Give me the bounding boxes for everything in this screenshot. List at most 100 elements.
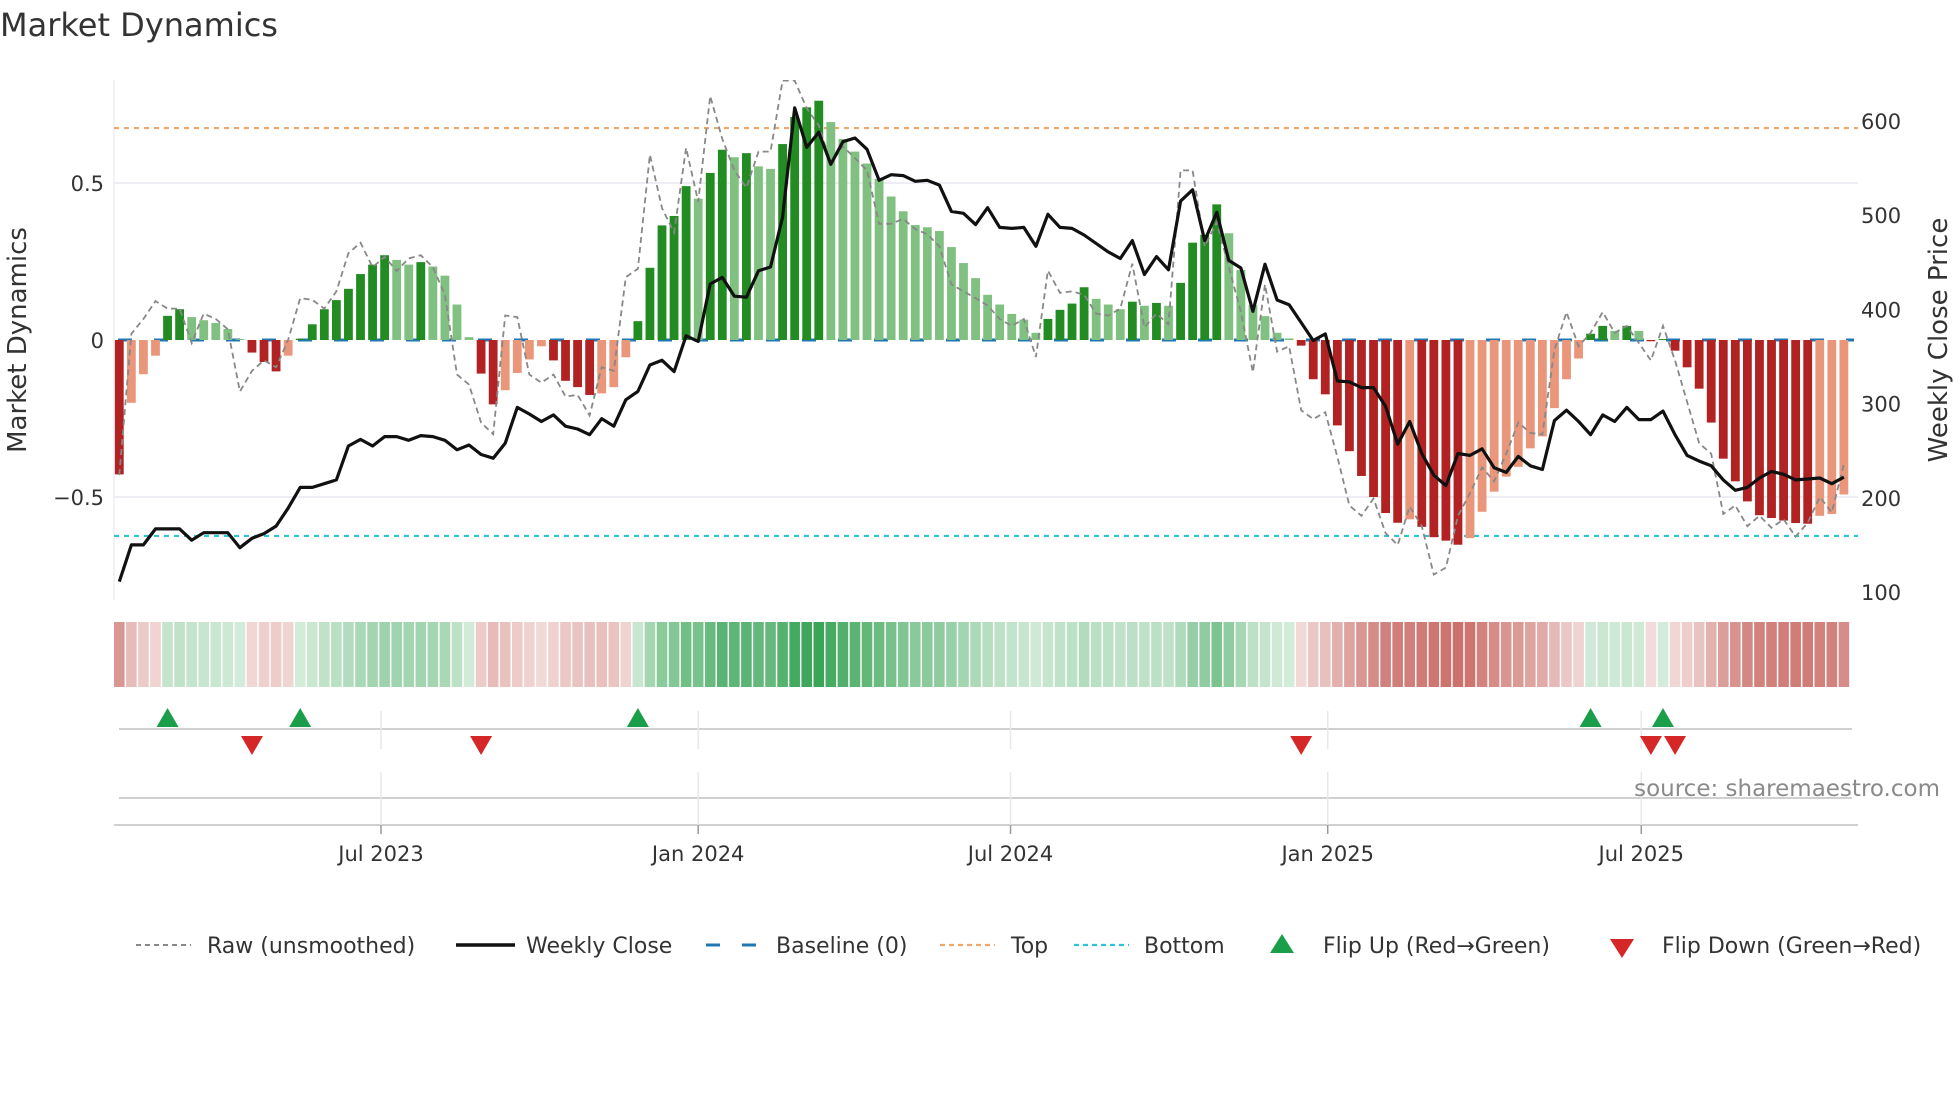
md-bar (440, 275, 450, 340)
flip-up-marker (289, 708, 312, 727)
heat-cell (1380, 622, 1391, 687)
md-bar (585, 340, 595, 395)
heat-cell (982, 622, 993, 687)
market-dynamics-chart: 0.5 0 −0.5 600 500 400 300 200 100 Market Dynamic… (3, 80, 1954, 959)
heat-cell (1054, 622, 1066, 687)
heat-cell (1090, 622, 1102, 687)
md-bar (778, 144, 787, 340)
flip-down-marker (240, 736, 263, 755)
heat-cell (632, 622, 644, 687)
heat-cell (1127, 622, 1138, 687)
heat-cell (1320, 622, 1331, 687)
heat-cell (306, 622, 318, 687)
heat-cell (319, 622, 330, 687)
heat-cell (729, 622, 740, 687)
md-bar (886, 196, 896, 340)
md-bar (1718, 340, 1728, 459)
md-bar (295, 338, 305, 340)
md-bar (247, 340, 257, 353)
md-bar (1827, 340, 1837, 514)
heat-cell (1042, 622, 1054, 687)
md-bar (404, 264, 414, 340)
flip-up-marker (626, 708, 649, 727)
heat-cell (909, 622, 921, 687)
md-bar (959, 263, 968, 340)
flip-up-marker (156, 708, 179, 727)
heat-cell (717, 622, 728, 687)
heat-cell (294, 622, 306, 687)
heat-cell (1525, 622, 1536, 687)
heat-cell (138, 622, 149, 687)
heat-cell (753, 622, 764, 687)
legend-label: Weekly Close (526, 934, 672, 959)
legend-label: Flip Down (Green→Red) (1662, 934, 1921, 959)
md-bar (1043, 318, 1053, 340)
heat-cell (1175, 622, 1186, 687)
heat-cell (1452, 622, 1464, 687)
heat-cell (813, 622, 825, 687)
heat-cell (560, 622, 571, 687)
heat-cell (608, 622, 620, 687)
flip-up-marker (1651, 708, 1674, 727)
heat-cell (114, 622, 125, 687)
heat-cell (885, 622, 897, 687)
heat-cell (150, 622, 161, 687)
md-bar (1284, 338, 1294, 340)
md-bar (163, 315, 172, 340)
flip-down-marker (1290, 736, 1313, 755)
legend-flip-down-icon (1610, 939, 1634, 958)
md-bar (633, 321, 643, 340)
md-bar (319, 309, 329, 340)
y2-tick-label: 600 (1861, 110, 1901, 134)
heat-cell (126, 622, 137, 687)
md-bar (1115, 309, 1125, 340)
heat-cell (1307, 622, 1319, 687)
md-bar (1501, 340, 1511, 477)
y2-axis-label: Weekly Close Price (1924, 218, 1954, 463)
plot-area (114, 80, 1858, 583)
heat-cell (246, 622, 258, 687)
md-bar (1839, 340, 1849, 495)
heat-cell (1633, 622, 1645, 687)
md-bar (874, 178, 884, 340)
legend-label: Top (1010, 934, 1048, 959)
raw-line (118, 80, 1845, 576)
heat-cell (1573, 622, 1584, 687)
heat-cell (1151, 622, 1162, 687)
heat-cell (777, 622, 788, 687)
x-tick-label: Jul 2024 (966, 842, 1053, 866)
md-bar (211, 323, 221, 340)
md-bar (1200, 234, 1210, 340)
heat-cell (644, 622, 656, 687)
y2-tick-label: 500 (1861, 204, 1901, 228)
heat-cell (765, 622, 776, 687)
md-bar (729, 157, 739, 340)
flip-down-marker (470, 736, 493, 755)
md-bar (669, 215, 679, 340)
md-bar (1743, 340, 1752, 502)
heat-cell (355, 622, 366, 687)
md-bar (368, 264, 377, 340)
md-bar (1188, 242, 1198, 340)
md-bar (754, 166, 763, 340)
md-bar (500, 340, 510, 391)
heat-cell (572, 622, 583, 687)
md-bar (1730, 340, 1740, 482)
md-bar (114, 340, 124, 475)
md-bar (1079, 287, 1089, 340)
heat-cell (536, 622, 547, 687)
heat-cell (162, 622, 173, 687)
flip-down-marker (1639, 736, 1662, 755)
heat-cell (343, 622, 354, 687)
md-bar (681, 186, 691, 340)
heat-cell (174, 622, 185, 687)
md-bar (561, 340, 570, 381)
md-bar (1417, 340, 1427, 527)
heat-cell (934, 622, 945, 687)
heat-cell (1802, 622, 1813, 687)
md-bar (1176, 282, 1185, 340)
md-bar (488, 340, 498, 405)
md-bar (356, 274, 365, 340)
heat-cell (1464, 622, 1476, 687)
heat-cell (1211, 622, 1223, 687)
